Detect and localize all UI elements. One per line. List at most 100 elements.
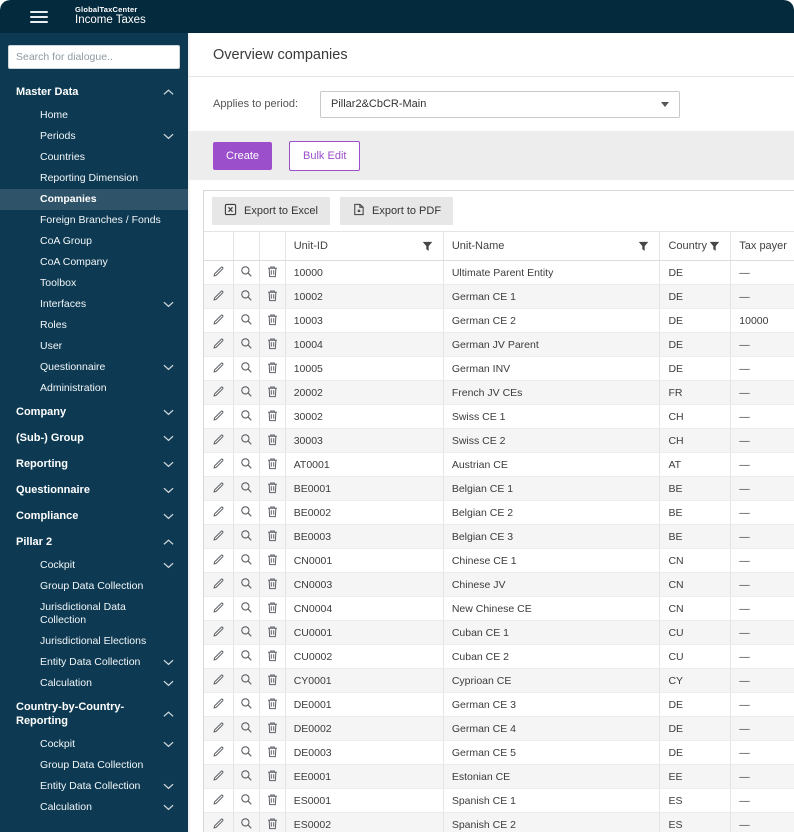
edit-button[interactable]: [204, 309, 234, 332]
delete-button[interactable]: [260, 333, 286, 356]
view-button[interactable]: [234, 501, 260, 524]
delete-button[interactable]: [260, 693, 286, 716]
delete-button[interactable]: [260, 813, 286, 832]
view-button[interactable]: [234, 621, 260, 644]
edit-button[interactable]: [204, 501, 234, 524]
delete-button[interactable]: [260, 405, 286, 428]
edit-button[interactable]: [204, 333, 234, 356]
delete-button[interactable]: [260, 477, 286, 500]
edit-button[interactable]: [204, 381, 234, 404]
sidebar-item-periods[interactable]: Periods: [0, 126, 188, 147]
create-button[interactable]: Create: [213, 141, 273, 170]
sidebar-item-questionnaire[interactable]: Questionnaire: [0, 357, 188, 378]
delete-button[interactable]: [260, 453, 286, 476]
view-button[interactable]: [234, 693, 260, 716]
sidebar-item-calculation[interactable]: Calculation: [0, 797, 188, 818]
edit-button[interactable]: [204, 285, 234, 308]
delete-button[interactable]: [260, 525, 286, 548]
edit-button[interactable]: [204, 669, 234, 692]
edit-button[interactable]: [204, 741, 234, 764]
view-button[interactable]: [234, 285, 260, 308]
sidebar-item-entity-data-collection[interactable]: Entity Data Collection: [0, 652, 188, 673]
view-button[interactable]: [234, 813, 260, 832]
view-button[interactable]: [234, 741, 260, 764]
view-button[interactable]: [234, 669, 260, 692]
delete-button[interactable]: [260, 285, 286, 308]
view-button[interactable]: [234, 789, 260, 812]
sidebar-item-interfaces[interactable]: Interfaces: [0, 294, 188, 315]
filter-icon[interactable]: [638, 241, 649, 252]
delete-button[interactable]: [260, 309, 286, 332]
edit-button[interactable]: [204, 453, 234, 476]
view-button[interactable]: [234, 381, 260, 404]
filter-icon[interactable]: [709, 241, 720, 252]
sidebar-item-jurisdictional-elections[interactable]: Jurisdictional Elections: [0, 631, 188, 652]
view-button[interactable]: [234, 717, 260, 740]
sidebar-item-administration[interactable]: Administration: [0, 378, 188, 399]
sidebar-item-reporting-dimension[interactable]: Reporting Dimension: [0, 168, 188, 189]
view-button[interactable]: [234, 309, 260, 332]
view-button[interactable]: [234, 765, 260, 788]
sidebar-item-group-data-collection[interactable]: Group Data Collection: [0, 576, 188, 597]
edit-button[interactable]: [204, 477, 234, 500]
sidebar-section-master-data[interactable]: Master Data: [0, 79, 188, 105]
sidebar-section-country-by-country-reporting[interactable]: Country-by-Country-Reporting: [0, 694, 188, 734]
view-button[interactable]: [234, 453, 260, 476]
view-button[interactable]: [234, 261, 260, 284]
delete-button[interactable]: [260, 669, 286, 692]
sidebar-item-calculation[interactable]: Calculation: [0, 673, 188, 694]
sidebar-item-user[interactable]: User: [0, 336, 188, 357]
sidebar-item-countries[interactable]: Countries: [0, 147, 188, 168]
delete-button[interactable]: [260, 573, 286, 596]
sidebar-item-home[interactable]: Home: [0, 105, 188, 126]
view-button[interactable]: [234, 405, 260, 428]
sidebar-search-input[interactable]: [8, 45, 180, 69]
sidebar-item-coa-group[interactable]: CoA Group: [0, 231, 188, 252]
delete-button[interactable]: [260, 789, 286, 812]
delete-button[interactable]: [260, 429, 286, 452]
sidebar-item-foreign-branches-fonds[interactable]: Foreign Branches / Fonds: [0, 210, 188, 231]
sidebar-item-roles[interactable]: Roles: [0, 315, 188, 336]
delete-button[interactable]: [260, 501, 286, 524]
delete-button[interactable]: [260, 741, 286, 764]
sidebar-item-toolbox[interactable]: Toolbox: [0, 273, 188, 294]
delete-button[interactable]: [260, 645, 286, 668]
hamburger-menu-icon[interactable]: [30, 8, 48, 26]
edit-button[interactable]: [204, 261, 234, 284]
sidebar-item-entity-data-collection[interactable]: Entity Data Collection: [0, 776, 188, 797]
delete-button[interactable]: [260, 549, 286, 572]
view-button[interactable]: [234, 429, 260, 452]
view-button[interactable]: [234, 477, 260, 500]
delete-button[interactable]: [260, 621, 286, 644]
edit-button[interactable]: [204, 621, 234, 644]
sidebar-section-pillar-2[interactable]: Pillar 2: [0, 529, 188, 555]
view-button[interactable]: [234, 525, 260, 548]
delete-button[interactable]: [260, 717, 286, 740]
edit-button[interactable]: [204, 717, 234, 740]
edit-button[interactable]: [204, 405, 234, 428]
edit-button[interactable]: [204, 525, 234, 548]
delete-button[interactable]: [260, 381, 286, 404]
sidebar-item-cockpit[interactable]: Cockpit: [0, 555, 188, 576]
view-button[interactable]: [234, 597, 260, 620]
delete-button[interactable]: [260, 357, 286, 380]
filter-icon[interactable]: [422, 241, 433, 252]
view-button[interactable]: [234, 357, 260, 380]
sidebar-item-coa-company[interactable]: CoA Company: [0, 252, 188, 273]
view-button[interactable]: [234, 645, 260, 668]
edit-button[interactable]: [204, 813, 234, 832]
sidebar-item-jurisdictional-data-collection[interactable]: Jurisdictional Data Collection: [0, 597, 188, 631]
export-to-excel-button[interactable]: Export to Excel: [212, 197, 330, 225]
view-button[interactable]: [234, 333, 260, 356]
edit-button[interactable]: [204, 597, 234, 620]
delete-button[interactable]: [260, 765, 286, 788]
view-button[interactable]: [234, 573, 260, 596]
edit-button[interactable]: [204, 789, 234, 812]
sidebar-section-company[interactable]: Company: [0, 399, 188, 425]
sidebar-item-group-data-collection[interactable]: Group Data Collection: [0, 755, 188, 776]
edit-button[interactable]: [204, 429, 234, 452]
sidebar-item-companies[interactable]: Companies: [0, 189, 188, 210]
edit-button[interactable]: [204, 573, 234, 596]
delete-button[interactable]: [260, 597, 286, 620]
edit-button[interactable]: [204, 645, 234, 668]
